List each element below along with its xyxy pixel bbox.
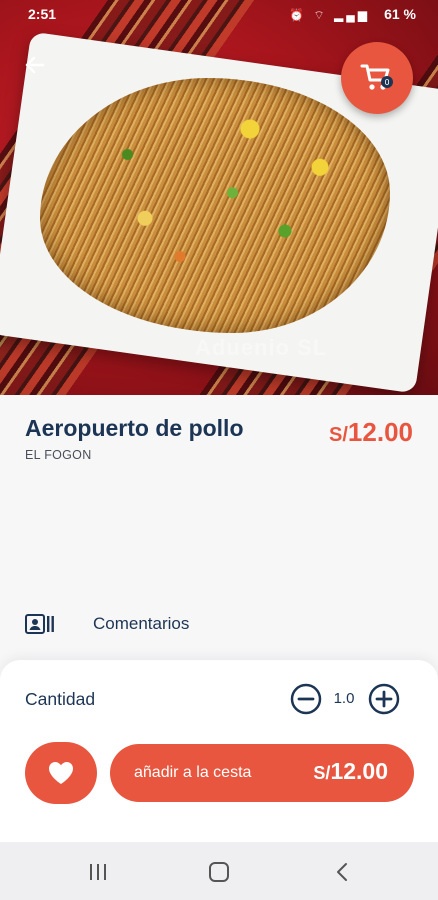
status-time: 2:51 [28,6,57,22]
status-bar: 2:51 ⏰ ⌔ ▂▄▆ 61 % [0,0,438,30]
order-panel: Cantidad 1.0 añadir a la cesta S/12.00 [0,660,438,842]
minus-circle-icon [290,683,322,715]
quantity-decrease-button[interactable] [290,683,322,715]
image-watermark: Aduenio SL [195,335,328,360]
plus-circle-icon [368,683,400,715]
nav-home-button[interactable] [199,858,239,886]
quantity-increase-button[interactable] [368,683,400,715]
detail-tabs: Comentarios [25,613,189,635]
product-details: Aeropuerto de pollo EL FOGON S/12.00 Com… [0,395,438,660]
cart-count-badge: 0 [384,78,389,87]
product-name: Aeropuerto de pollo [25,415,244,441]
cart-button[interactable]: 0 [341,42,413,114]
status-icons: ⏰ ⌔ ▂▄▆ [289,8,370,22]
nav-recents-button[interactable] [78,858,118,886]
quantity-value: 1.0 [333,690,355,707]
add-to-cart-label: añadir a la cesta [134,764,252,781]
total-currency: S/ [313,763,331,783]
heart-icon [49,762,73,784]
battery-level: 61 % [384,6,416,22]
tab-comments[interactable]: Comentarios [93,614,189,634]
cart-icon: 0 [360,64,393,90]
nav-back-button[interactable] [322,858,362,886]
favorite-button[interactable] [25,742,97,804]
price-amount: 12.00 [347,417,413,447]
arrow-left-icon [25,56,45,74]
contact-card-icon [25,614,54,634]
add-to-cart-button[interactable]: añadir a la cesta S/12.00 [110,744,414,802]
total-amount: 12.00 [330,758,388,784]
back-button[interactable] [18,48,52,82]
restaurant-name: EL FOGON [25,448,92,462]
add-to-cart-total: S/12.00 [313,758,388,785]
price-currency: S/ [329,424,348,446]
home-icon [209,862,229,882]
back-icon [337,863,347,881]
system-nav-bar [0,842,438,900]
noodles-dish [40,78,390,333]
product-price: S/12.00 [329,417,413,448]
recents-icon [90,864,106,880]
tab-info[interactable] [25,613,55,635]
quantity-label: Cantidad [25,689,96,709]
